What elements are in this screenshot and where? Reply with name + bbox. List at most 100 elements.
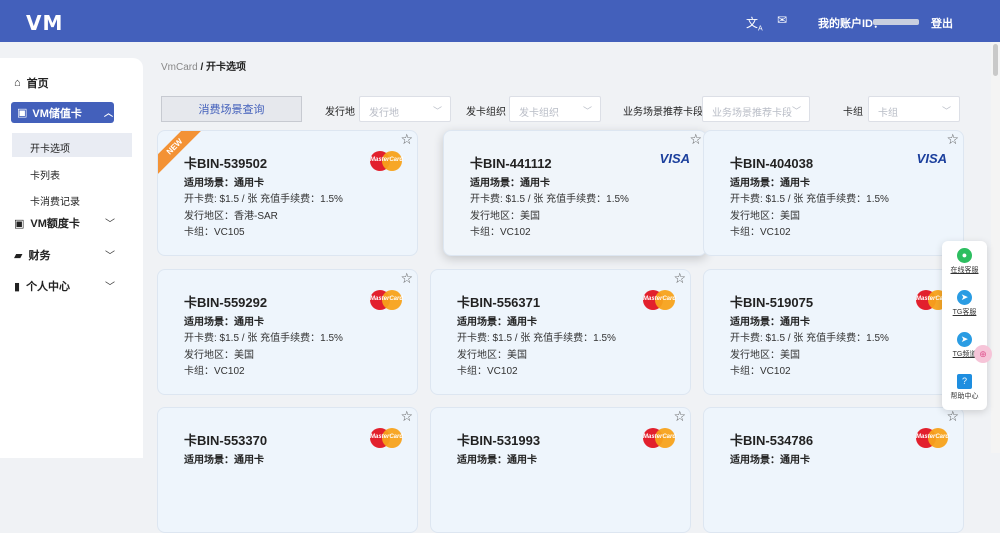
favorite-star-icon[interactable]: ☆	[673, 408, 686, 425]
card-icon: ▣	[14, 217, 25, 230]
card-icon: ▣	[17, 107, 28, 119]
org-placeholder: 发卡组织	[519, 108, 559, 119]
help-center-button[interactable]: ? 帮助中心	[942, 374, 987, 401]
favorite-star-icon[interactable]: ☆	[689, 131, 702, 148]
sidebar-sub-open-card[interactable]: 开卡选项	[30, 140, 70, 155]
card-bin: 卡BIN-519075	[730, 295, 814, 310]
wechat-icon: ●	[957, 248, 972, 263]
home-icon: ⌂	[14, 77, 21, 89]
sidebar-item-vm-stored-card[interactable]: ▣ VM储值卡 ︿	[11, 102, 114, 123]
sidebar-item-label: VM储值卡	[32, 107, 82, 120]
org-select[interactable]: 发卡组织 ﹀	[509, 96, 601, 122]
tg-service-button[interactable]: ➤ TG客服	[942, 290, 987, 317]
card-region: 发行地区：美国	[730, 211, 800, 222]
logo[interactable]: VM	[26, 11, 63, 35]
card-scene: 适用场景：通用卡	[184, 455, 264, 466]
translate-icon[interactable]: 文A	[746, 14, 763, 32]
favorite-star-icon[interactable]: ☆	[946, 408, 959, 425]
card-option[interactable]: ☆ 卡BIN-556371 MasterCard 适用场景：通用卡开卡费: $1.5 …	[430, 269, 691, 395]
sidebar-item-label: 个人中心	[26, 281, 71, 293]
breadcrumb-current: 开卡选项	[206, 62, 247, 73]
help-center-label: 帮助中心	[950, 393, 979, 400]
card-option[interactable]: ☆ 卡BIN-534786 MasterCard 适用场景：通用卡	[703, 407, 964, 533]
group-label: 卡组	[843, 107, 863, 118]
floating-service-menu: ● 在线客服 ➤ TG客服 ➤ TG频道 ? 帮助中心	[942, 241, 987, 410]
card-group: 卡组：VC102	[457, 366, 518, 377]
card-scene: 适用场景：通用卡	[730, 455, 810, 466]
card-bin: 卡BIN-553370	[184, 433, 268, 448]
chevron-down-icon[interactable]: ﹀	[105, 247, 115, 262]
mastercard-logo-icon: MasterCard	[370, 151, 403, 171]
card-option[interactable]: ☆ 卡BIN-531993 MasterCard 适用场景：通用卡	[430, 407, 691, 533]
mastercard-logo-icon: MasterCard	[643, 428, 676, 448]
card-group: 卡组：VC102	[730, 366, 791, 377]
page-scrollbar[interactable]	[991, 42, 1000, 453]
card-bin: 卡BIN-531993	[457, 433, 541, 448]
scrollbar-thumb[interactable]	[993, 44, 998, 76]
card-group: 卡组：VC102	[470, 227, 531, 238]
sidebar-item-label: 财务	[28, 250, 51, 262]
card-fee: 开卡费: $1.5 / 张 充值手续费：1.5%	[470, 194, 629, 205]
chevron-down-icon[interactable]: ﹀	[105, 215, 115, 230]
card-scene: 适用场景：通用卡	[730, 317, 810, 328]
chevron-down-icon: ﹀	[791, 106, 801, 116]
card-region: 发行地区：香港-SAR	[184, 211, 278, 222]
issuer-placeholder: 发行地	[369, 108, 399, 119]
sidebar-item-vm-credit-card[interactable]: ▣ VM额度卡	[14, 215, 80, 231]
favorite-star-icon[interactable]: ☆	[946, 131, 959, 148]
favorite-star-icon[interactable]: ☆	[400, 270, 413, 287]
group-select[interactable]: 卡组 ﹀	[868, 96, 960, 122]
card-bin: 卡BIN-556371	[457, 295, 541, 310]
favorite-star-icon[interactable]: ☆	[400, 131, 413, 148]
card-option[interactable]: ☆ 卡BIN-404038 VISA 适用场景：通用卡 开卡费: $1.5 / 张 充值…	[703, 130, 964, 256]
sidebar-item-personal-center[interactable]: ▮ 个人中心	[14, 278, 70, 294]
card-region: 发行地区：美国	[470, 211, 540, 222]
sidebar-item-label: 首页	[26, 78, 49, 90]
card-fee: 开卡费: $1.5 / 张 充值手续费：1.5%	[730, 333, 889, 344]
card-option[interactable]: ☆ 卡BIN-559292 MasterCard 适用场景：通用卡 开卡费: $1.5 …	[157, 269, 418, 395]
account-id-masked	[873, 19, 919, 25]
favorite-star-icon[interactable]: ☆	[400, 408, 413, 425]
sidebar-item-home[interactable]: ⌂ 首页	[14, 75, 49, 91]
breadcrumb-parent[interactable]: VmCard	[161, 62, 198, 73]
sidebar-item-finance[interactable]: ▰ 财务	[14, 247, 50, 263]
tg-service-label: TG客服	[952, 309, 977, 316]
card-bin: 卡BIN-559292	[184, 295, 268, 310]
consume-scene-query-button[interactable]: 消费场景查询	[161, 96, 302, 122]
issuer-label: 发行地	[325, 107, 355, 118]
card-scene: 适用场景：通用卡	[457, 317, 537, 328]
tg-group-label: TG频道	[952, 351, 977, 358]
card-region: 发行地区：美国	[457, 350, 527, 361]
logout-button[interactable]: 登出	[931, 15, 953, 31]
issuer-select[interactable]: 发行地 ﹀	[359, 96, 451, 122]
segment-select[interactable]: 业务场景推荐卡段 ﹀	[702, 96, 810, 122]
card-option[interactable]: ☆ 卡BIN-441112 VISA 适用场景：通用卡 开卡费: $1.5 / 张 充值…	[443, 130, 707, 256]
float-toggle-icon[interactable]: ⊕	[974, 345, 992, 363]
card-option[interactable]: ☆ 卡BIN-553370 MasterCard 适用场景：通用卡	[157, 407, 418, 533]
sidebar-sub-card-list[interactable]: 卡列表	[30, 167, 60, 182]
card-fee: 开卡费: $1.5 / 张 充值手续费：1.5%	[457, 333, 616, 344]
sidebar: ⌂ 首页 ▣ VM储值卡 ︿ 开卡选项 卡列表 卡消费记录 ▣ VM额度卡 ﹀ …	[0, 58, 143, 458]
card-bin: 卡BIN-404038	[730, 156, 814, 171]
bar-chart-icon: ▮	[14, 280, 21, 293]
card-fee: 开卡费: $1.5 / 张 充值手续费：1.5%	[730, 194, 889, 205]
card-option[interactable]: ☆卡BIN-519075MasterCard适用场景：通用卡开卡费: $1.5 …	[703, 269, 964, 395]
breadcrumb-separator: /	[197, 62, 207, 73]
online-service-button[interactable]: ● 在线客服	[942, 248, 987, 275]
mail-icon[interactable]: ✉	[777, 13, 787, 27]
org-label: 发卡组织	[466, 107, 506, 118]
breadcrumb: VmCard / 开卡选项	[161, 58, 246, 73]
sidebar-sub-consume-records[interactable]: 卡消费记录	[30, 193, 80, 208]
favorite-star-icon[interactable]: ☆	[673, 270, 686, 287]
group-placeholder: 卡组	[878, 108, 898, 119]
chevron-up-icon: ︿	[104, 108, 114, 118]
mastercard-logo-icon: MasterCard	[643, 290, 676, 310]
question-icon: ?	[957, 374, 972, 389]
visa-logo-icon: VISA	[916, 151, 947, 166]
card-option[interactable]: NEW ☆ 卡BIN-539502 MasterCard 适用场景：通用卡 开卡费: $1…	[157, 130, 418, 256]
mastercard-logo-icon: MasterCard	[916, 428, 949, 448]
chevron-down-icon: ﹀	[941, 106, 951, 116]
card-fee: 开卡费: $1.5 / 张 充值手续费：1.5%	[184, 194, 343, 205]
chevron-down-icon[interactable]: ﹀	[105, 278, 115, 293]
card-region: 发行地区：美国	[730, 350, 800, 361]
